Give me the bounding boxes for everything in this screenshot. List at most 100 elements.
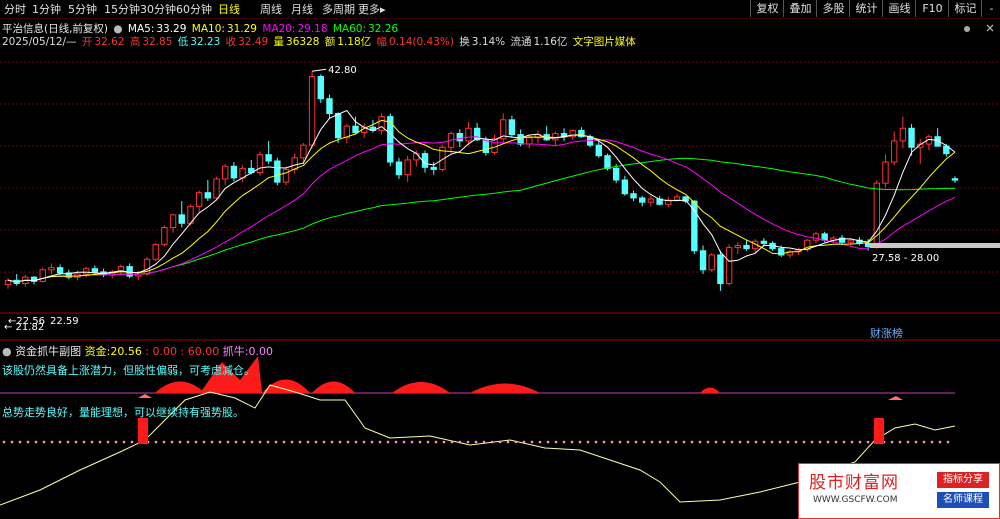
kline-chart: 42.80←22.56 22.59← 21.8227.58 - 28.00财涨榜 [0,24,1000,506]
bull-dot [922,440,926,444]
bull-dot [826,440,830,444]
bull-dot [402,440,406,444]
indicator-header: ● 资金抓牛副图 资金:20.56 : 0.00 : 60.00 抓牛:0.00 [2,343,273,359]
bull-dot [706,440,710,444]
bull-dot [154,440,158,444]
candle-body [39,269,46,282]
bull-dot [370,440,374,444]
bull-dot [858,440,862,444]
indicator-v1: : 0.00 [145,345,178,358]
bull-dot [82,440,86,444]
bull-dot [562,440,566,444]
bull-dot [946,440,950,444]
candle-body [82,268,90,275]
bull-dot [610,440,614,444]
bull-signal-bar [874,418,884,444]
bull-dot [674,440,678,444]
bull-dot [314,440,318,444]
bull-dot [290,440,294,444]
bull-dot [426,440,430,444]
bull-dot [114,440,118,444]
bull-dot [866,440,870,444]
bull-dot [178,440,182,444]
bull-dot [842,440,846,444]
bull-dot [186,440,190,444]
bull-dot [554,440,558,444]
bull-dot [930,440,934,444]
candle-body [404,159,411,176]
candle-body [882,161,889,184]
candle-body [317,76,324,100]
candle-body [421,153,429,168]
candle-body [630,193,637,199]
candle-body [734,244,741,249]
bull-dot [666,440,670,444]
fund-value: 20.56 [110,345,142,358]
bull-dot [90,440,94,444]
bull-dot [834,440,838,444]
bull-dot [10,440,14,444]
bull-dot [578,440,582,444]
bull-dot [170,440,174,444]
candle-body [395,161,403,176]
candle-body [673,196,681,201]
bull-dot [226,440,230,444]
candle-body [91,268,99,273]
bull-dot [378,440,382,444]
bull-dot [266,440,270,444]
settings-icon[interactable]: ● [2,345,12,358]
bull-dot [802,440,806,444]
bull-dot [18,440,22,444]
bull-dot [898,440,902,444]
bull-dot [650,440,654,444]
bull-dot [202,440,206,444]
bull-dot [322,440,326,444]
high-marker-line [312,68,327,72]
bull-dot [738,440,742,444]
bull-dot [458,440,462,444]
bull-dot [274,440,278,444]
bull-dot [330,440,334,444]
bull-dot [538,440,542,444]
candle-body [334,112,342,139]
ma5-line [7,109,956,283]
candle-body [604,155,611,169]
open-value: 32.62 [94,36,125,48]
indicator-comment-1: 该股仍然具备上涨潜力，但股性偏弱，可考虑减仓。 [2,364,255,377]
candle-body [413,153,420,161]
bull-dot [250,440,254,444]
badge-label: 财涨榜 [870,326,903,340]
candle-body [256,154,264,174]
candle-body [282,168,290,183]
bull-dot [474,440,478,444]
bull-dot [162,440,166,444]
candle-body [951,178,959,181]
bull-dot [730,440,734,444]
candle-body [890,140,898,163]
watermark-tag-1: 指标分享 [937,472,989,488]
candle-body [552,133,559,141]
bull-dot [106,440,110,444]
bull-dot [42,440,46,444]
candle-body [387,116,394,163]
indicator-name: 资金抓牛副图 [15,345,82,358]
candle-body [265,154,272,162]
watermark-url: WWW.GSCFW.COM [813,495,898,505]
candle-body [760,240,768,244]
bull-dot [482,440,486,444]
bull-dot [514,440,518,444]
bull-dot [914,440,918,444]
candle-body [699,250,707,271]
candle-body [300,144,307,159]
low-value: 32.23 [190,36,221,48]
range-label: 27.58 - 28.00 [872,253,939,264]
candle-body [352,125,359,133]
bull-dot [354,440,358,444]
bull-dot [722,440,726,444]
bull-dot [890,440,894,444]
candle-body [725,247,733,284]
candle-body [639,197,646,203]
candle-body [430,166,437,170]
bull-dot [194,440,198,444]
bull-dot [282,440,286,444]
